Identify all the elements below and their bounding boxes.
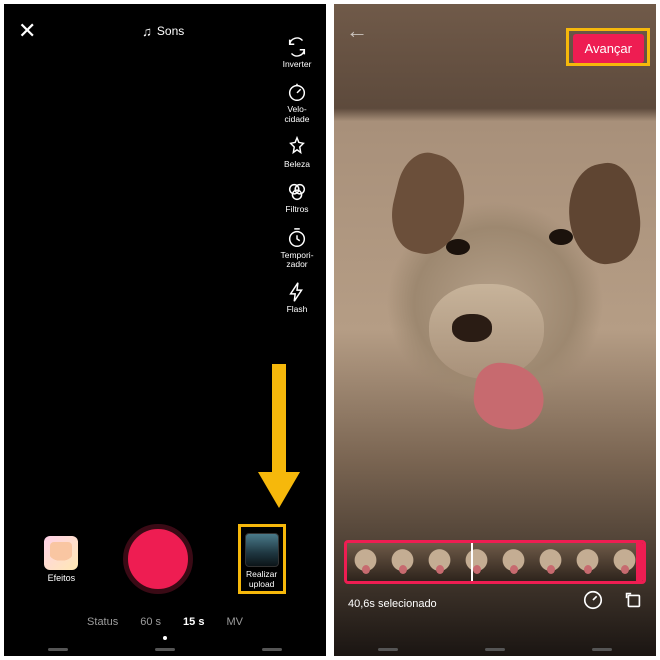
timer-icon: [286, 227, 308, 249]
flash-icon: [286, 281, 308, 303]
mode-tabs: Status 60 s 15 s MV: [4, 616, 326, 628]
playhead[interactable]: [471, 540, 473, 584]
trim-slider[interactable]: [344, 540, 646, 584]
effects-label: Efeitos: [48, 573, 76, 583]
filters-label: Filtros: [285, 205, 308, 214]
filters-button[interactable]: Filtros: [274, 181, 320, 214]
close-icon[interactable]: ✕: [18, 18, 36, 44]
side-toolbar: Inverter Velo- cidade Beleza Filtros Tem…: [274, 36, 320, 315]
flip-icon: [286, 36, 308, 58]
sounds-button[interactable]: ♫ Sons: [142, 24, 184, 39]
upload-thumbnail: [245, 533, 279, 567]
sounds-label: Sons: [157, 24, 184, 38]
speed-adjust-icon: [582, 589, 604, 611]
beauty-label: Beleza: [284, 160, 310, 169]
mode-15s[interactable]: 15 s: [183, 616, 204, 628]
flash-button[interactable]: Flash: [274, 281, 320, 314]
android-nav-bar: [4, 644, 326, 654]
annotation-arrow: [258, 364, 298, 514]
selected-duration-label: 40,6s selecionado: [348, 598, 437, 610]
timer-button[interactable]: Tempori- zador: [274, 227, 320, 270]
record-button[interactable]: [123, 524, 193, 594]
mode-indicator-dot: [163, 636, 167, 640]
timer-label: Tempori- zador: [280, 251, 313, 270]
camera-screen: ✕ ♫ Sons Inverter Velo- cidade Beleza: [4, 4, 326, 656]
mode-status[interactable]: Status: [87, 616, 118, 628]
speed-button[interactable]: Velo- cidade: [274, 81, 320, 124]
upload-label: Realizar upload: [246, 570, 277, 589]
next-button[interactable]: Avançar: [573, 34, 644, 63]
back-icon[interactable]: ←: [346, 18, 368, 44]
mode-60s[interactable]: 60 s: [140, 616, 161, 628]
rotate-icon: [622, 589, 644, 611]
beauty-button[interactable]: Beleza: [274, 136, 320, 169]
beauty-icon: [286, 136, 308, 158]
effects-button[interactable]: Efeitos: [44, 536, 78, 583]
music-note-icon: ♫: [142, 24, 152, 39]
flip-label: Inverter: [283, 60, 312, 69]
speed-adjust-button[interactable]: [582, 589, 604, 616]
trim-screen: ← Avançar 40,6s selecionado: [334, 4, 656, 656]
speed-label: Velo- cidade: [284, 105, 309, 124]
android-nav-bar: [334, 644, 656, 654]
flash-label: Flash: [287, 305, 308, 314]
mode-mv[interactable]: MV: [226, 616, 243, 628]
speed-icon: [286, 81, 308, 103]
rotate-button[interactable]: [622, 589, 644, 616]
filters-icon: [286, 181, 308, 203]
flip-button[interactable]: Inverter: [274, 36, 320, 69]
effects-icon: [44, 536, 78, 570]
upload-button[interactable]: Realizar upload: [238, 524, 286, 594]
